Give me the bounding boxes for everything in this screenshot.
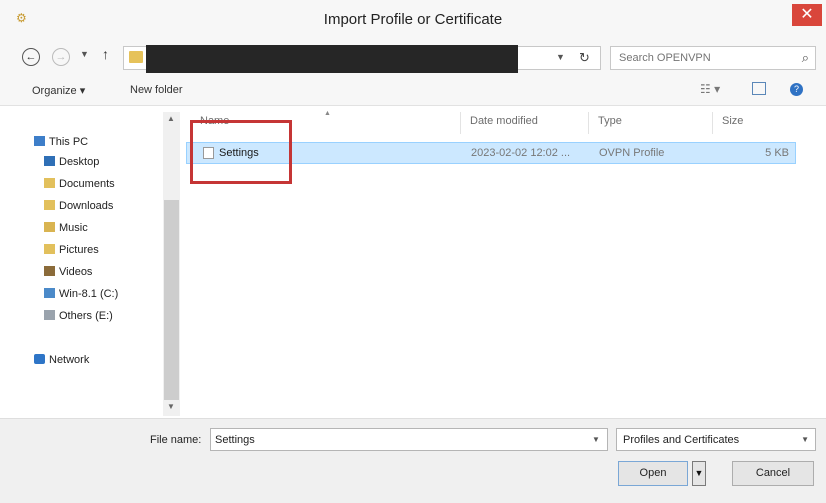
computer-icon xyxy=(34,136,45,146)
organize-button[interactable]: Organize ▾ xyxy=(32,84,85,97)
file-date-modified: 2023-02-02 12:02 ... xyxy=(471,147,571,159)
new-folder-button[interactable]: New folder xyxy=(130,84,183,96)
documents-icon xyxy=(44,178,55,188)
sidebar-item-label: Music xyxy=(59,222,88,234)
sidebar-item-label: Network xyxy=(49,354,90,366)
sidebar-item-music[interactable]: Music xyxy=(44,222,88,234)
file-name-chevron-down-icon[interactable]: ▼ xyxy=(592,435,600,444)
file-type-select[interactable]: Profiles and Certificates ▼ xyxy=(616,428,816,451)
sidebar-item-desktop[interactable]: Desktop xyxy=(44,156,99,168)
drive-icon xyxy=(44,310,55,320)
music-icon xyxy=(44,222,55,232)
column-divider[interactable] xyxy=(712,112,713,134)
column-header-size[interactable]: Size xyxy=(722,115,743,127)
address-chevron-down-icon[interactable]: ▼ xyxy=(556,52,565,62)
close-button[interactable]: ✕ xyxy=(792,4,822,26)
chevron-down-icon: ▼ xyxy=(801,435,809,444)
sidebar-item-this-pc[interactable]: This PC xyxy=(34,136,88,148)
scroll-down-icon[interactable]: ▼ xyxy=(167,402,175,411)
downloads-icon xyxy=(44,200,55,210)
file-list: ▲ Name Date modified Type Size Settings … xyxy=(184,108,814,418)
sidebar-item-label: This PC xyxy=(49,136,89,148)
file-size: 5 KB xyxy=(765,147,789,159)
sidebar-item-label: Pictures xyxy=(59,244,99,256)
sidebar-item-others-drive[interactable]: Others (E:) xyxy=(44,310,113,322)
column-divider[interactable] xyxy=(588,112,589,134)
sidebar-item-network[interactable]: Network xyxy=(34,354,89,366)
file-type-value: Profiles and Certificates xyxy=(623,434,740,446)
title-bar: ⚙ Import Profile or Certificate ✕ xyxy=(0,0,826,40)
sidebar-item-label: Documents xyxy=(59,178,115,190)
navigation-pane: This PC Desktop Documents Downloads Musi… xyxy=(22,108,172,416)
help-icon[interactable]: ? xyxy=(790,83,803,96)
scroll-up-icon[interactable]: ▲ xyxy=(167,114,175,123)
sort-arrow-icon: ▲ xyxy=(324,110,331,117)
sidebar-item-label: Downloads xyxy=(59,200,114,212)
dialog-footer: File name: ▼ Profiles and Certificates ▼… xyxy=(0,418,826,503)
file-name-label: File name: xyxy=(150,434,202,446)
sidebar-item-videos[interactable]: Videos xyxy=(44,266,92,278)
open-options-chevron-down-icon[interactable]: ▼ xyxy=(692,461,706,486)
drive-icon xyxy=(44,288,55,298)
search-icon[interactable]: ⌕ xyxy=(802,50,809,66)
pictures-icon xyxy=(44,244,55,254)
sidebar-item-label: Win-8.1 (C:) xyxy=(59,288,119,300)
scroll-thumb[interactable] xyxy=(164,200,179,400)
recent-locations-chevron-down-icon[interactable]: ▼ xyxy=(80,49,89,59)
column-header-type[interactable]: Type xyxy=(598,115,622,127)
sidebar-item-pictures[interactable]: Pictures xyxy=(44,244,99,256)
videos-icon xyxy=(44,266,55,276)
sidebar-item-downloads[interactable]: Downloads xyxy=(44,200,113,212)
redacted-path xyxy=(146,45,518,73)
column-divider[interactable] xyxy=(460,112,461,134)
sidebar-item-label: Desktop xyxy=(59,156,100,168)
file-type: OVPN Profile xyxy=(599,147,665,159)
navigation-bar: ← → ▼ ↑ ▼ ↻ ⌕ xyxy=(0,40,826,76)
annotation-highlight-box xyxy=(190,120,292,184)
sidebar-item-label: Videos xyxy=(59,266,93,278)
up-arrow-icon[interactable]: ↑ xyxy=(102,46,109,62)
sidebar-item-documents[interactable]: Documents xyxy=(44,178,115,190)
sidebar-item-label: Others (E:) xyxy=(59,310,113,322)
search-input[interactable] xyxy=(619,51,779,65)
window-title: Import Profile or Certificate xyxy=(323,11,503,28)
sidebar-item-win-drive[interactable]: Win-8.1 (C:) xyxy=(44,288,118,300)
forward-icon[interactable]: → xyxy=(52,48,70,66)
desktop-icon xyxy=(44,156,55,166)
folder-icon xyxy=(129,51,143,63)
preview-pane-icon[interactable] xyxy=(752,82,766,95)
sidebar-scrollbar[interactable]: ▲ ▼ xyxy=(163,112,180,416)
view-options-icon[interactable]: ☷ ▾ xyxy=(700,82,720,96)
cancel-button[interactable]: Cancel xyxy=(732,461,814,486)
file-name-input[interactable] xyxy=(210,428,608,451)
network-icon xyxy=(34,354,45,364)
toolbar: Organize ▾ New folder ☷ ▾ ? xyxy=(0,76,826,106)
column-header-date-modified[interactable]: Date modified xyxy=(470,115,538,127)
open-button[interactable]: Open xyxy=(618,461,688,486)
address-bar[interactable]: ▼ ↻ xyxy=(123,45,601,73)
back-icon[interactable]: ← xyxy=(22,48,40,66)
refresh-icon[interactable]: ↻ xyxy=(579,50,590,66)
search-box[interactable]: ⌕ xyxy=(610,46,816,70)
